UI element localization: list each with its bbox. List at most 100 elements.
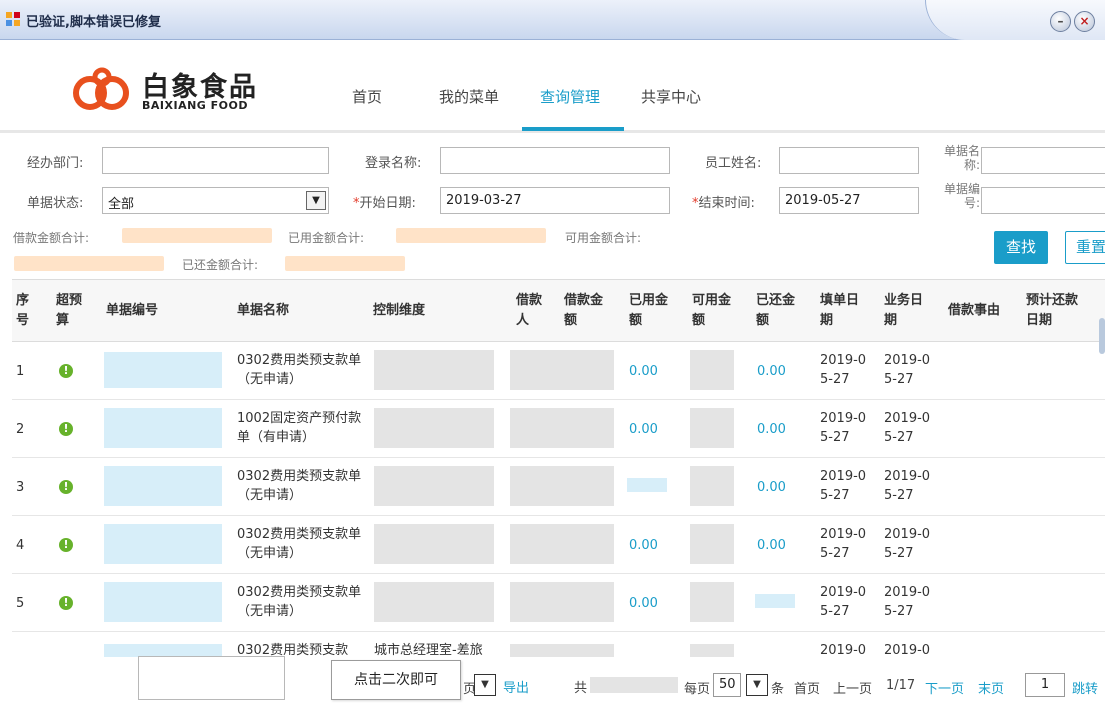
redacted-borrower-amount [510, 644, 614, 657]
pager-input-box[interactable] [138, 656, 285, 700]
start-date-input[interactable]: 2019-03-27 [440, 187, 670, 214]
header-over-budget: 超预算 [56, 293, 83, 328]
nav-sharing-center[interactable]: 共享中心 [641, 86, 701, 107]
table-row[interactable]: 1 ! 0302费用类预支款单（无申请） 0.00 0.00 2019-05-2… [12, 342, 1105, 400]
per-page-select[interactable]: 50 [713, 673, 741, 697]
header-business-date: 业务日期 [884, 293, 924, 328]
row-doc-name[interactable]: 1002固定资产预付款单（有申请） [237, 409, 365, 447]
brand-name-en: BAIXIANG FOOD [142, 99, 248, 112]
jump-page-input[interactable]: 1 [1025, 673, 1065, 697]
nav-my-menu[interactable]: 我的菜单 [439, 86, 499, 107]
redacted-borrower-amount [510, 408, 614, 448]
redacted-avail-total [14, 256, 164, 271]
staff-input[interactable] [779, 147, 919, 174]
prev-page-link[interactable]: 上一页 [833, 678, 872, 697]
chevron-down-icon[interactable]: ▼ [474, 674, 496, 696]
row-repaid-amount: 0.00 [757, 364, 786, 379]
header-available-amount: 可用金额 [692, 293, 732, 328]
redacted-dimension [374, 466, 494, 506]
row-used-amount: 0.00 [629, 422, 658, 437]
hint-tooltip: 点击二次即可 [331, 660, 461, 700]
dept-label: 经办部门: [27, 156, 84, 171]
row-repaid-amount: 0.00 [757, 422, 786, 437]
redacted-used-amount [627, 478, 667, 492]
redacted-available-amount [690, 644, 734, 657]
header-seq: 序号 [16, 293, 30, 328]
redacted-doc-no[interactable] [104, 466, 222, 506]
status-select[interactable]: 全部 ▼ [102, 187, 329, 214]
redacted-doc-no[interactable] [104, 582, 222, 622]
brand-logo[interactable]: 白象食品 BAIXIANG FOOD [70, 65, 270, 115]
login-input[interactable] [440, 147, 670, 174]
header-used-amount: 已用金额 [629, 293, 669, 328]
header-expected-repay-date: 预计还款日期 [1026, 293, 1079, 328]
header-repaid-amount: 已还金额 [756, 293, 796, 328]
row-fill-date: 2019-0 [820, 643, 867, 657]
row-seq: 5 [16, 596, 25, 611]
used-total-label: 已用金额合计: [288, 231, 365, 245]
header-borrower: 借款人 [516, 293, 543, 328]
redacted-dimension [374, 524, 494, 564]
header-loan-amount: 借款金额 [564, 293, 604, 328]
per-page-prefix: 每页 [684, 682, 711, 697]
row-business-date: 2019-05-27 [884, 411, 931, 445]
status-select-value: 全部 [108, 197, 135, 212]
redacted-dimension [374, 350, 494, 390]
loan-total-label: 借款金额合计: [13, 231, 90, 245]
first-page-link[interactable]: 首页 [794, 678, 820, 697]
table-row[interactable]: 0302费用类预支款 城市总经理室-差旅 2019-0 2019-0 [12, 632, 1105, 657]
next-page-link[interactable]: 下一页 [925, 678, 964, 697]
end-date-input[interactable]: 2019-05-27 [779, 187, 919, 214]
redacted-loan-total [122, 228, 272, 243]
redacted-available-amount [690, 408, 734, 448]
nav-query-management[interactable]: 查询管理 [540, 86, 600, 107]
search-button[interactable]: 查找 [994, 231, 1048, 264]
row-business-date: 2019-0 [884, 643, 931, 657]
table-row[interactable]: 5 ! 0302费用类预支款单（无申请） 0.00 2019-05-27 201… [12, 574, 1105, 632]
minimize-button[interactable]: – [1050, 11, 1071, 32]
redacted-dimension [374, 408, 494, 448]
row-doc-name[interactable]: 0302费用类预支款单（无申请） [237, 583, 365, 621]
export-link[interactable]: 导出 [503, 677, 529, 696]
row-doc-name[interactable]: 0302费用类预支款 [237, 641, 377, 657]
redacted-repaid-amount [755, 594, 795, 608]
doc-no-label: 单据编号: [943, 182, 980, 210]
repaid-total-label: 已还金额合计: [182, 258, 259, 272]
row-doc-name[interactable]: 0302费用类预支款单（无申请） [237, 467, 365, 505]
last-page-link[interactable]: 末页 [978, 678, 1004, 697]
doc-name-label: 单据名称: [943, 144, 980, 172]
redacted-available-amount [690, 524, 734, 564]
start-date-label: *开始日期: [353, 196, 416, 211]
close-button[interactable]: × [1074, 11, 1095, 32]
nav-active-indicator [522, 127, 624, 131]
redacted-doc-no[interactable] [104, 524, 222, 564]
redacted-borrower-amount [510, 466, 614, 506]
redacted-doc-no[interactable] [104, 352, 222, 388]
row-seq: 3 [16, 480, 25, 495]
chevron-down-icon[interactable]: ▼ [746, 674, 768, 696]
header-fill-date: 填单日期 [820, 293, 860, 328]
redacted-available-amount [690, 466, 734, 506]
row-seq: 1 [16, 364, 25, 379]
total-prefix: 共 [574, 681, 588, 696]
header-loan-reason: 借款事由 [948, 303, 1001, 318]
row-seq: 2 [16, 422, 25, 437]
table-row[interactable]: 2 ! 1002固定资产预付款单（有申请） 0.00 0.00 2019-05-… [12, 400, 1105, 458]
table-row[interactable]: 3 ! 0302费用类预支款单（无申请） 0.00 2019-05-27 201… [12, 458, 1105, 516]
table-row[interactable]: 4 ! 0302费用类预支款单（无申请） 0.00 0.00 2019-05-2… [12, 516, 1105, 574]
dept-input[interactable] [102, 147, 329, 174]
header-doc-name: 单据名称 [237, 303, 290, 318]
doc-name-input[interactable] [981, 147, 1105, 174]
row-seq: 4 [16, 538, 25, 553]
doc-no-input[interactable] [981, 187, 1105, 214]
row-used-amount: 0.00 [629, 596, 658, 611]
jump-link[interactable]: 跳转 [1072, 678, 1098, 697]
chevron-down-icon[interactable]: ▼ [306, 191, 326, 210]
reset-button[interactable]: 重置 [1065, 231, 1105, 264]
vertical-scrollbar[interactable] [1099, 318, 1105, 354]
redacted-doc-no[interactable] [104, 408, 222, 448]
redacted-available-amount [690, 582, 734, 622]
nav-home[interactable]: 首页 [352, 86, 382, 107]
row-doc-name[interactable]: 0302费用类预支款单（无申请） [237, 525, 365, 563]
row-doc-name[interactable]: 0302费用类预支款单（无申请） [237, 351, 365, 389]
